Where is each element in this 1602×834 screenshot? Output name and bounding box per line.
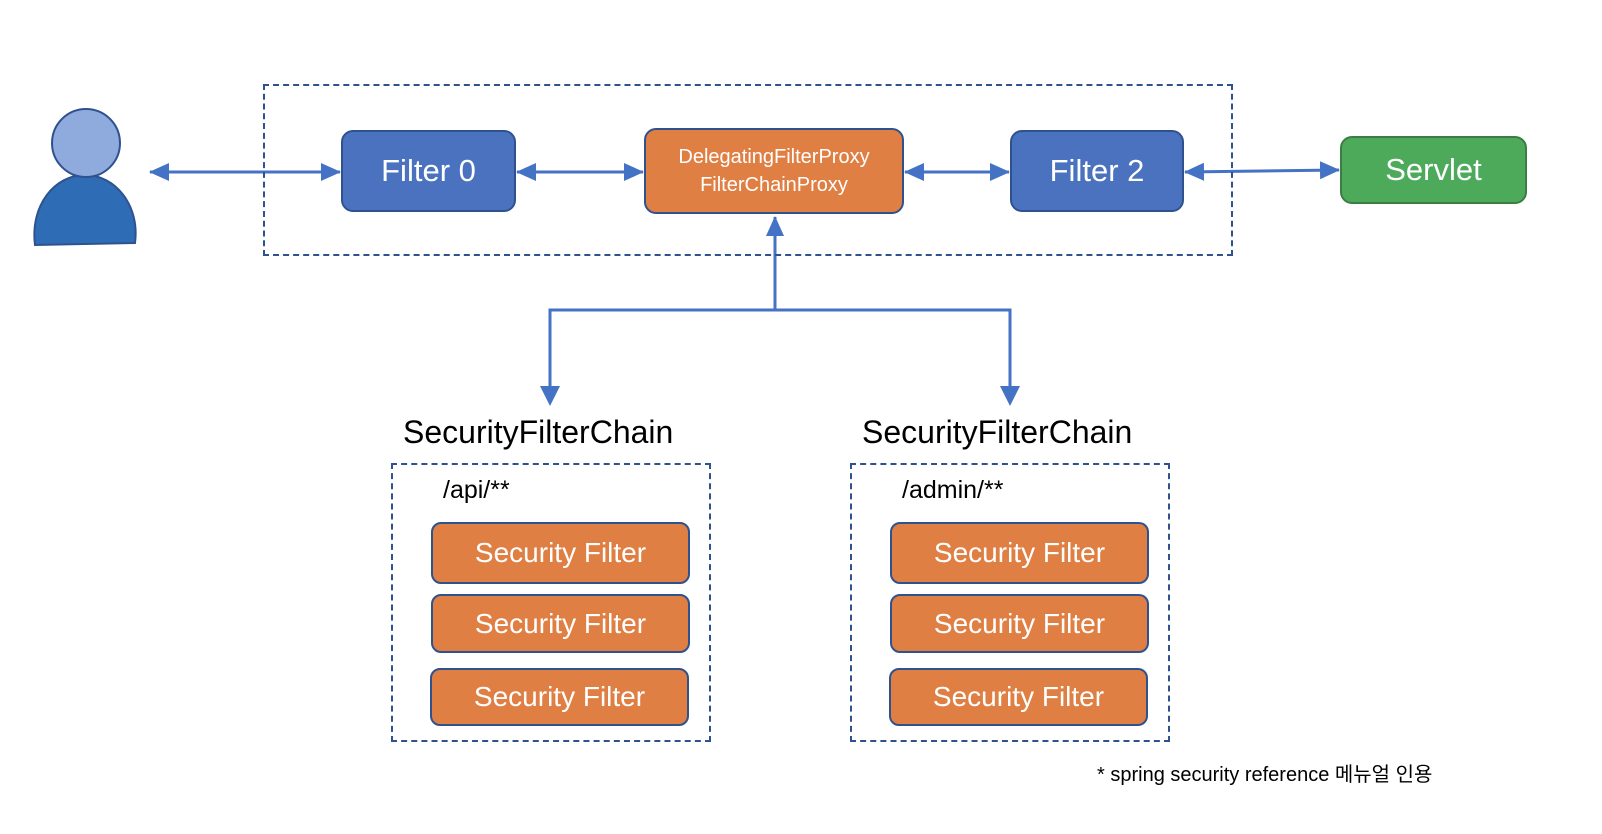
security-filter-box[interactable]: Security Filter <box>890 522 1149 584</box>
security-filter-box[interactable]: Security Filter <box>430 668 689 726</box>
security-filter-chain-title: SecurityFilterChain <box>403 414 674 450</box>
user-icon <box>33 108 137 247</box>
filter-0-box[interactable]: Filter 0 <box>341 130 516 212</box>
security-filter-box[interactable]: Security Filter <box>431 594 690 653</box>
security-filter-label: Security Filter <box>933 607 1106 639</box>
security-filter-label: Security Filter <box>474 537 647 568</box>
filter-2-box[interactable]: Filter 2 <box>1010 130 1184 212</box>
chain-pattern-label: /admin/** <box>902 476 1004 504</box>
servlet-box[interactable]: Servlet <box>1340 136 1527 204</box>
delegating-filter-proxy-label: DelegatingFilterProxy <box>678 146 870 168</box>
security-filter-label: Security Filter <box>932 681 1105 712</box>
security-filter-label: Security Filter <box>933 537 1106 568</box>
servlet-label: Servlet <box>1385 152 1482 187</box>
security-filter-label: Security Filter <box>474 607 647 639</box>
security-filter-box[interactable]: Security Filter <box>431 522 690 584</box>
security-filter-chain-title: SecurityFilterChain <box>862 414 1133 450</box>
security-filter-box[interactable]: Security Filter <box>890 594 1149 653</box>
chain-pattern-label: /api/** <box>443 476 510 504</box>
delegating-filter-proxy-box[interactable]: DelegatingFilterProxy FilterChainProxy <box>644 128 904 214</box>
footnote: * spring security reference 메뉴얼 인용 <box>1097 764 1433 786</box>
security-filter-label: Security Filter <box>473 681 646 712</box>
security-filter-box[interactable]: Security Filter <box>889 668 1148 726</box>
filter-2-label: Filter 2 <box>1049 153 1145 188</box>
filter-0-label: Filter 0 <box>381 153 476 188</box>
filter-chain-proxy-label: FilterChainProxy <box>700 174 848 196</box>
